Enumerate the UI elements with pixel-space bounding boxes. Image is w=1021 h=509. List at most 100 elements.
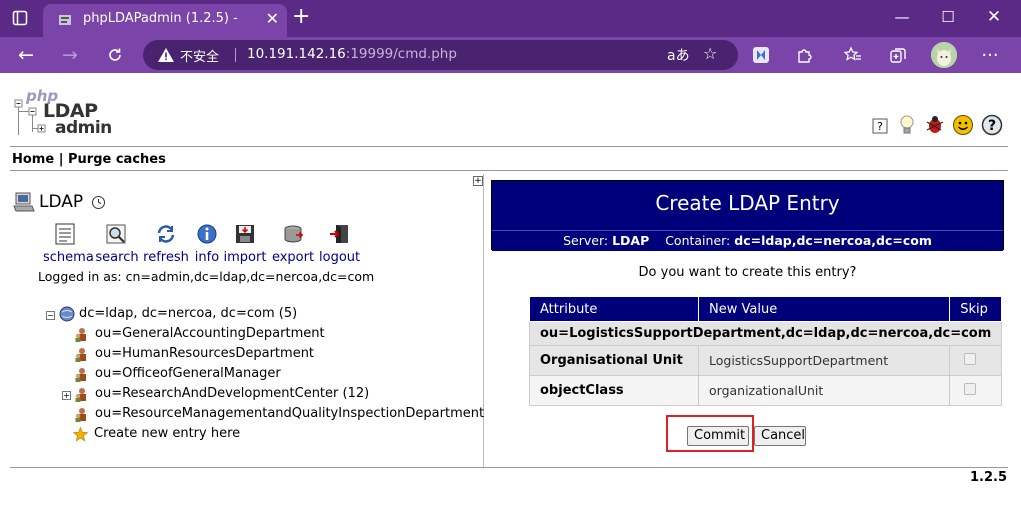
ou-people-icon [75, 388, 86, 402]
column-header: Skip [949, 296, 1003, 322]
url-path: :19999/cmd.php [345, 46, 457, 62]
expand-panel-icon[interactable]: + [473, 176, 483, 186]
server-computer-icon [13, 192, 35, 212]
action-info[interactable]: info [193, 223, 221, 265]
star-icon [73, 427, 88, 442]
tree-item-label: ou=ResearchAndDevelopmentCenter (12) [95, 386, 370, 401]
server-label: Server: [563, 233, 609, 248]
tab-title: phpLDAPadmin (1.2.5) - [83, 11, 238, 26]
create-new-entry-label: Create new entry here [94, 426, 241, 441]
favorites-icon[interactable] [843, 45, 863, 65]
forward-icon[interactable]: → [56, 42, 84, 68]
add-favorite-icon[interactable]: ☆ [703, 44, 717, 63]
table-header-row: Attribute New Value Skip [529, 296, 1003, 322]
server-tree-panel [10, 174, 484, 468]
action-schema[interactable]: schema [43, 223, 94, 265]
warning-icon[interactable] [157, 46, 175, 64]
svg-text:?: ? [877, 120, 883, 133]
collections-icon[interactable] [888, 45, 908, 65]
header-divider [10, 146, 1008, 147]
home-link[interactable]: Home [12, 152, 54, 167]
skip-checkbox[interactable] [964, 352, 977, 365]
create-entry-header: Create LDAP Entry Server: LDAP Container… [491, 180, 1004, 251]
skip-checkbox[interactable] [964, 382, 977, 395]
server-value: LDAP [612, 233, 650, 248]
server-name[interactable]: LDAP [39, 192, 83, 212]
table-row: objectClass organizationalUnit [529, 375, 1003, 406]
minimize-icon[interactable]: — [879, 0, 925, 33]
help-question-icon[interactable]: ? [981, 114, 1003, 136]
omnibox-divider [235, 48, 236, 62]
reload-icon[interactable] [101, 42, 129, 68]
browser-toolbar: ← → 不安全 10.191.142.16:19999/cmd.php aあ ☆… [0, 37, 1021, 73]
column-header: New Value [697, 296, 951, 322]
url-text[interactable]: 10.191.142.16:19999/cmd.php [247, 46, 457, 62]
security-label[interactable]: 不安全 [180, 46, 219, 65]
new-tab-icon[interactable]: + [292, 6, 310, 28]
address-bar[interactable]: 不安全 10.191.142.16:19999/cmd.php aあ ☆ [143, 40, 738, 70]
svg-text:?: ? [988, 118, 996, 134]
url-host: 10.191.142.16 [247, 46, 346, 62]
action-import[interactable]: import [223, 223, 267, 265]
action-export-label: export [271, 250, 315, 265]
skip-cell [949, 375, 1003, 406]
help-box-icon[interactable]: ? [871, 117, 889, 135]
action-search[interactable]: search [95, 223, 139, 265]
logo-admin-text: admin [55, 118, 112, 138]
action-refresh[interactable]: refresh [143, 223, 189, 265]
container-value: dc=ldap,dc=nercoa,dc=com [734, 233, 932, 248]
domain-globe-icon [59, 306, 75, 322]
bug-report-icon[interactable] [924, 114, 946, 136]
export-icon [282, 223, 304, 245]
idea-bulb-icon[interactable] [896, 114, 918, 136]
profile-avatar[interactable] [931, 42, 957, 68]
browser-tab-active[interactable]: phpLDAPadmin (1.2.5) - ✕ [43, 4, 287, 37]
tab-close-icon[interactable]: ✕ [266, 10, 279, 28]
action-logout[interactable]: logout [319, 223, 361, 265]
phpldapadmin-logo[interactable]: php LDAP admin [14, 87, 114, 138]
top-menu: Home | Purge caches [12, 152, 166, 167]
purge-caches-link[interactable]: Purge caches [68, 152, 166, 167]
tree-item-label: ou=GeneralAccountingDepartment [95, 326, 325, 341]
column-header: Attribute [529, 296, 699, 322]
cancel-button[interactable]: Cancel [754, 426, 806, 446]
collapse-root-icon[interactable]: − [46, 311, 55, 320]
action-export[interactable]: export [271, 223, 315, 265]
extension-bookmark-icon[interactable] [751, 45, 771, 65]
browser-titlebar: phpLDAPadmin (1.2.5) - ✕ + — ☐ ✕ [0, 0, 1021, 37]
attribute-value: organizationalUnit [697, 375, 951, 406]
ou-people-icon [75, 408, 86, 422]
container-label: Container: [665, 233, 731, 248]
create-entry-title: Create LDAP Entry [655, 191, 840, 215]
tab-actions-icon[interactable] [10, 8, 30, 28]
entry-attributes-table: Attribute New Value Skip ou=LogisticsSup… [528, 296, 1003, 406]
info-icon [196, 223, 218, 245]
expand-node-icon[interactable]: + [62, 391, 71, 400]
ou-people-icon [75, 348, 86, 362]
schema-icon [54, 223, 76, 245]
extensions-puzzle-icon[interactable] [795, 45, 815, 65]
logout-icon [328, 223, 350, 245]
refresh-icon [155, 223, 177, 245]
maximize-icon[interactable]: ☐ [925, 0, 971, 33]
new-entry-dn: ou=LogisticsSupportDepartment,dc=ldap,dc… [528, 321, 1003, 346]
donate-smiley-icon[interactable] [952, 114, 974, 136]
table-row: Organisational Unit LogisticsSupportDepa… [529, 345, 1003, 376]
back-icon[interactable]: ← [12, 42, 40, 68]
create-entry-subtitle: Server: LDAP Container: dc=ldap,dc=nerco… [492, 230, 1003, 251]
action-search-label: search [95, 250, 139, 265]
attribute-name: objectClass [529, 375, 699, 406]
dn-row: ou=LogisticsSupportDepartment,dc=ldap,dc… [528, 321, 1003, 346]
close-window-icon[interactable]: ✕ [971, 0, 1017, 33]
commit-button[interactable]: Commit [687, 426, 749, 446]
version-label: 1.2.5 [969, 470, 1007, 485]
menu-divider [10, 170, 1008, 171]
tree-item-label: ou=OfficeofGeneralManager [95, 366, 281, 381]
ou-people-icon [75, 368, 86, 382]
footer-divider [10, 467, 1008, 468]
more-menu-icon[interactable]: ··· [980, 45, 1000, 66]
tree-root-dc[interactable]: dc=ldap, dc=nercoa, dc=com (5) [79, 306, 297, 321]
action-schema-label: schema [43, 250, 94, 265]
action-logout-label: logout [319, 250, 361, 265]
read-aloud-icon[interactable]: aあ [667, 45, 690, 65]
